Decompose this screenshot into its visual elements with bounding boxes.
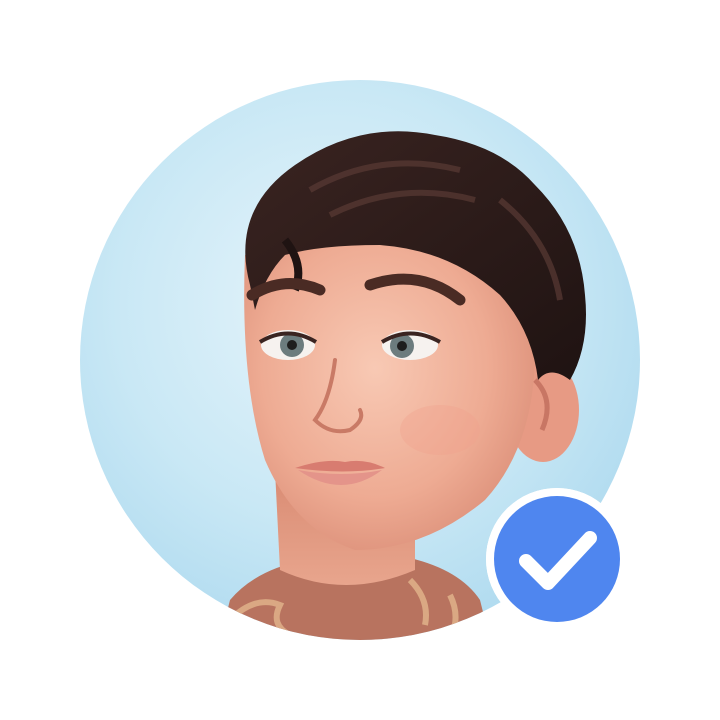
cheek-blush: [400, 405, 480, 455]
profile-picture-canvas: [0, 0, 720, 720]
verified-check-icon: [486, 488, 628, 630]
left-pupil: [287, 340, 297, 350]
badge-circle: [494, 496, 620, 622]
right-pupil: [397, 341, 407, 351]
verified-badge: [486, 488, 628, 630]
